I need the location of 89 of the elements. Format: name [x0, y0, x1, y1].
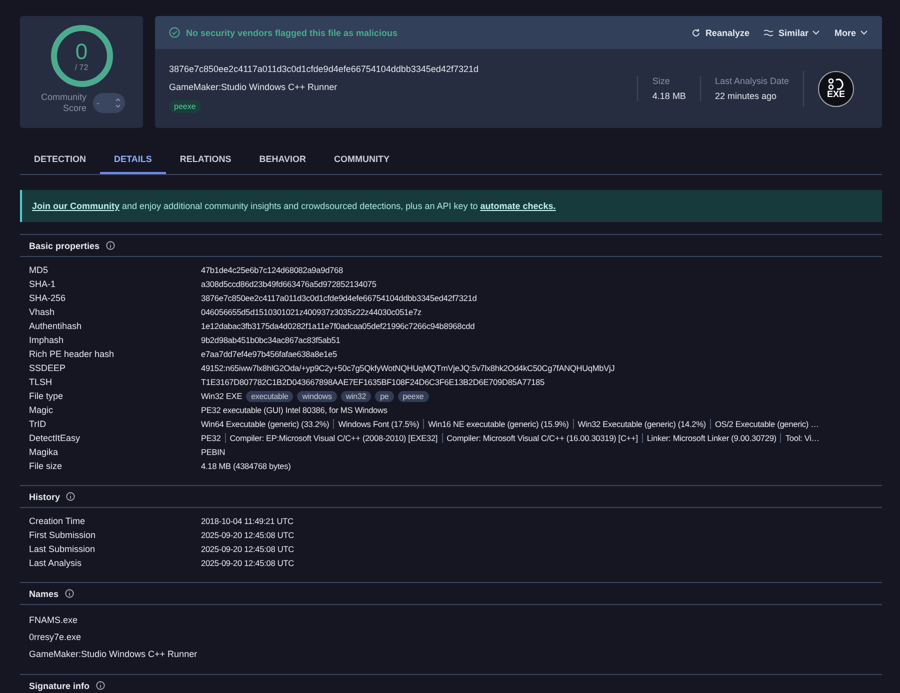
- action-button[interactable]: More: [834, 28, 868, 38]
- property-value: e7aa7dd7ef4e97b456fafae638a8e1e5: [201, 349, 337, 359]
- property-value: Tool: Vi…: [780, 433, 820, 443]
- info-icon: [96, 681, 104, 690]
- vendor-total: / 72: [74, 62, 88, 72]
- file-name: GameMaker:Studio Windows C++ Runner: [169, 82, 338, 92]
- history-label: Creation Time: [29, 516, 86, 526]
- property-label: Rich PE header hash: [29, 349, 116, 359]
- property-value: 9b2d98ab451b0bc34ac867ac83f5ab51: [201, 335, 340, 345]
- info-icon: [66, 492, 76, 501]
- property-value: a308d5ccd86d23b49fd663476a5d972852134075: [201, 279, 376, 289]
- automate-checks-link[interactable]: automate checks.: [480, 201, 556, 211]
- refresh-icon: [691, 28, 702, 38]
- stepper-arrows-icon: [114, 97, 120, 109]
- file-hash: 3876e7c850ee2c4117a011d3c0d1cfde9d4efe66754104ddbb3345ed42f7321d: [169, 64, 480, 74]
- banner-text: Join our Community and enjoy additional community insights and crowdsourced detections, plus an API key to automate checks.: [32, 201, 556, 211]
- info-icon: [106, 241, 115, 250]
- check-circle-icon: [169, 27, 180, 38]
- history-value: 2018-10-04 11:49:21 UTC: [201, 516, 294, 526]
- property-label: SHA-256: [29, 293, 67, 303]
- tab[interactable]: DETECTION: [20, 145, 100, 174]
- property-value: OS/2 Executable (generic) …: [710, 419, 819, 429]
- action-button[interactable]: Similar: [763, 28, 820, 38]
- info-icon: [64, 589, 74, 598]
- file-name-entry: GameMaker:Studio Windows C++ Runner: [29, 648, 198, 660]
- property-value: 47b1de4c25e6b7c124d68082a9a9d768: [201, 265, 343, 275]
- file-tag[interactable]: peexe: [169, 100, 201, 113]
- stat-label: Size: [652, 76, 671, 86]
- community-score-label: Community Score: [40, 92, 86, 114]
- detection-count: 0: [75, 40, 88, 62]
- history-value: 2025-09-20 12:45:08 UTC: [201, 544, 294, 554]
- history-label: Last Submission: [29, 544, 96, 554]
- property-value: 3876e7c850ee2c4117a011d3c0d1cfde9d4efe66754104ddbb3345ed42f7321d: [201, 293, 477, 303]
- file-name-entry: 0rresy7e.exe: [29, 630, 82, 644]
- property-value: Win32 EXE: [201, 391, 242, 401]
- property-label: SSDEEP: [29, 363, 67, 373]
- section-title: Signature info: [29, 680, 90, 690]
- file-type-tag[interactable]: peexe: [398, 390, 429, 402]
- tab[interactable]: COMMUNITY: [320, 145, 404, 174]
- section-title: Names: [29, 588, 59, 598]
- property-value: Win64 Executable (generic) (33.2%): [201, 419, 330, 429]
- property-label: Magika: [29, 447, 60, 457]
- join-community-link[interactable]: Join our Community: [32, 201, 120, 211]
- action-button[interactable]: Reanalyze: [691, 28, 750, 38]
- property-value: T1E3167D807782C1B2D043667898AAE7EF1635BF108F24D6C3F6E13B2D6E709D85A77185: [201, 377, 544, 387]
- property-label: DetectItEasy: [29, 433, 82, 443]
- property-label: TrID: [29, 419, 48, 429]
- property-label: SHA-1: [29, 279, 57, 289]
- property-value: PE32: [201, 433, 221, 443]
- stat-value: 4.18 MB: [652, 91, 686, 101]
- property-value: 046056655d5d1510301021z400937z3035z22z44030c051e7z: [201, 307, 422, 317]
- property-value: Windows Font (17.5%): [333, 419, 420, 429]
- file-type-badge: EXE: [818, 70, 854, 106]
- file-type-tag[interactable]: executable: [246, 390, 294, 402]
- property-value: 49152:n65iww7lx8hlG2Oda/+yp9C2y+50c7g5QkfyWotNQHUqMQTmVjeJQ:5v7lx8hk2Od4kC50Cg7fANQHUqMbVjJ: [201, 363, 615, 373]
- tab[interactable]: DETAILS: [100, 145, 166, 174]
- tab[interactable]: BEHAVIOR: [245, 145, 320, 174]
- property-label: Vhash: [29, 307, 56, 317]
- property-label: Magic: [29, 405, 54, 415]
- property-value: Compiler: Microsoft Visual C/C++ (16.00.30319) [C++]: [442, 433, 638, 443]
- verdict-text: No security vendors flagged this file as malicious: [186, 28, 399, 38]
- history-value: 2025-09-20 12:45:08 UTC: [201, 530, 294, 540]
- property-label: MD5: [29, 265, 50, 275]
- stat-label: Last Analysis Date: [714, 76, 789, 86]
- property-value: 1e12dabac3fb3175da4d0282f1a11e7f0adcaa05def21996c7266c94b8968cdd: [201, 321, 475, 331]
- file-type-tag[interactable]: pe: [375, 390, 394, 402]
- property-label: Authentihash: [29, 321, 83, 331]
- property-value: PE32 executable (GUI) Intel 80386, for MS Windows: [201, 405, 388, 415]
- history-label: First Submission: [29, 530, 97, 540]
- stat-value: 22 minutes ago: [714, 91, 778, 101]
- property-label: File type: [29, 391, 64, 401]
- section-title: Basic properties: [29, 240, 100, 250]
- property-value: PEBIN: [201, 447, 226, 457]
- section-title: History: [29, 492, 60, 502]
- file-name-entry: FNAMS.exe: [29, 614, 79, 626]
- history-value: 2025-09-20 12:45:08 UTC: [201, 558, 294, 568]
- property-value: Win32 Executable (generic) (14.2%): [572, 419, 706, 429]
- file-type-tag[interactable]: windows: [297, 390, 337, 402]
- property-value: Linker: Microsoft Linker (9.00.30729): [642, 433, 776, 443]
- property-value: Compiler: EP:Microsoft Visual C/C++ (2008-2010) [EXE32]: [224, 433, 438, 443]
- tab[interactable]: RELATIONS: [166, 145, 246, 174]
- wave-icon: [763, 28, 774, 36]
- property-value: 4.18 MB (4384768 bytes): [201, 461, 291, 471]
- property-label: Imphash: [29, 335, 65, 345]
- file-type-tag[interactable]: win32: [340, 390, 372, 402]
- property-label: TLSH: [29, 377, 54, 387]
- property-value: Win16 NE executable (generic) (15.9%): [423, 419, 569, 429]
- history-label: Last Analysis: [29, 558, 83, 568]
- property-label: File size: [29, 461, 64, 471]
